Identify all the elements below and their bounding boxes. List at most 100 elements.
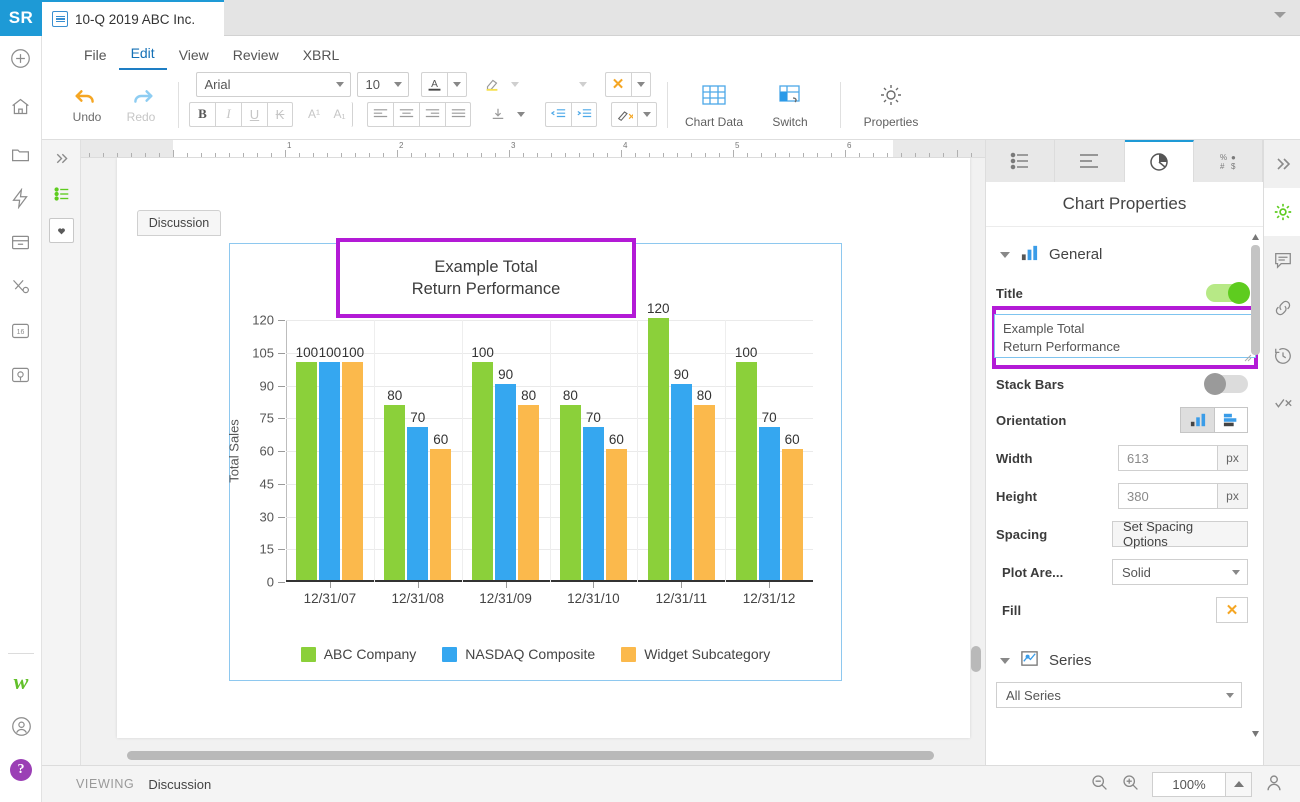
cell-style-icon[interactable] bbox=[537, 72, 573, 97]
undo-button[interactable]: Undo bbox=[60, 85, 114, 124]
chart-bar[interactable] bbox=[296, 362, 317, 580]
underline-button[interactable]: U bbox=[241, 102, 267, 127]
align-justify-icon[interactable] bbox=[445, 102, 471, 127]
increase-indent-icon[interactable] bbox=[571, 102, 597, 127]
align-bottom-icon[interactable] bbox=[485, 102, 511, 127]
zoom-value[interactable]: 100% bbox=[1152, 772, 1226, 797]
bookmark-button[interactable] bbox=[42, 212, 81, 248]
app-logo[interactable]: SR bbox=[0, 0, 42, 36]
font-size-select[interactable]: 10 bbox=[357, 72, 409, 97]
clear-format-control[interactable]: ✕ bbox=[605, 72, 651, 97]
lightning-icon[interactable] bbox=[0, 176, 42, 220]
superscript-button[interactable]: A¹ bbox=[301, 102, 327, 127]
discussion-section-tab[interactable]: Discussion bbox=[137, 210, 221, 236]
clear-checks-icon[interactable] bbox=[1264, 380, 1300, 428]
font-color-icon[interactable]: A bbox=[421, 72, 447, 97]
archive-icon[interactable] bbox=[0, 220, 42, 264]
zoom-stepper-up[interactable] bbox=[1226, 772, 1252, 797]
chart-settings-gear-icon[interactable] bbox=[1264, 188, 1300, 236]
panel-scrollbar[interactable] bbox=[1251, 233, 1260, 738]
tab-number-format[interactable]: %●#$ bbox=[1194, 140, 1263, 182]
link-icon[interactable] bbox=[1264, 284, 1300, 332]
chart-bar[interactable] bbox=[472, 362, 493, 580]
highlighter-icon[interactable] bbox=[479, 72, 505, 97]
format-painter-icon[interactable]: ✕ bbox=[611, 102, 637, 127]
chart-bar[interactable] bbox=[736, 362, 757, 580]
vertical-align-dropdown[interactable] bbox=[511, 102, 531, 127]
menu-review[interactable]: Review bbox=[221, 47, 291, 70]
chart-bar[interactable] bbox=[430, 449, 451, 580]
chart-data-button[interactable]: Chart Data bbox=[678, 81, 750, 129]
add-icon[interactable] bbox=[0, 36, 42, 80]
chart-bar[interactable] bbox=[694, 405, 715, 580]
scissors-icon[interactable] bbox=[0, 264, 42, 308]
set-spacing-options-button[interactable]: Set Spacing Options bbox=[1112, 521, 1248, 547]
switch-button[interactable]: Switch bbox=[754, 81, 826, 129]
comments-icon[interactable] bbox=[1264, 236, 1300, 284]
scrollbar-thumb[interactable] bbox=[127, 751, 934, 760]
collapse-panel-icon[interactable] bbox=[1264, 140, 1300, 188]
tab-chart-properties[interactable] bbox=[1125, 140, 1194, 182]
tab-paragraph-properties[interactable] bbox=[1055, 140, 1124, 182]
cell-style-control[interactable] bbox=[537, 72, 593, 97]
width-input[interactable]: 613 bbox=[1118, 445, 1218, 471]
fill-none-swatch[interactable]: ✕ bbox=[1216, 597, 1248, 623]
chart-bar[interactable] bbox=[671, 384, 692, 581]
help-icon[interactable]: ? bbox=[0, 748, 42, 792]
scroll-up-arrow-icon[interactable] bbox=[1251, 233, 1260, 242]
legend-item[interactable]: Widget Subcategory bbox=[621, 646, 770, 662]
menu-xbrl[interactable]: XBRL bbox=[291, 47, 352, 70]
chart-bar[interactable] bbox=[759, 427, 780, 580]
chart-bar[interactable] bbox=[384, 405, 405, 580]
orientation-vertical-button[interactable] bbox=[1180, 407, 1214, 433]
section-series[interactable]: Series bbox=[986, 629, 1264, 682]
scrollbar-thumb[interactable] bbox=[971, 646, 981, 672]
page-vertical-scrollbar[interactable] bbox=[971, 176, 981, 747]
chart-bar[interactable] bbox=[407, 427, 428, 580]
title-toggle[interactable] bbox=[1206, 284, 1248, 302]
chevron-down-icon[interactable] bbox=[1000, 658, 1010, 664]
height-input[interactable]: 380 bbox=[1118, 483, 1218, 509]
chart-bar[interactable] bbox=[342, 362, 363, 580]
zoom-out-icon[interactable] bbox=[1090, 773, 1109, 795]
font-color-dropdown[interactable] bbox=[447, 72, 467, 97]
home-icon[interactable] bbox=[0, 80, 42, 132]
menu-view[interactable]: View bbox=[167, 47, 221, 70]
font-family-select[interactable]: Arial bbox=[196, 72, 351, 97]
chart-bar[interactable] bbox=[560, 405, 581, 580]
chevron-down-icon[interactable] bbox=[1000, 252, 1010, 258]
decrease-indent-icon[interactable] bbox=[545, 102, 571, 127]
tab-list-properties[interactable] bbox=[986, 140, 1055, 182]
subscript-button[interactable]: A₁ bbox=[327, 102, 353, 127]
format-painter-control[interactable]: ✕ bbox=[611, 102, 657, 127]
scrollbar-thumb[interactable] bbox=[1251, 245, 1260, 355]
chart-bar[interactable] bbox=[648, 318, 669, 580]
bold-button[interactable]: B bbox=[189, 102, 215, 127]
user-account-icon[interactable] bbox=[0, 704, 42, 748]
chart-bar[interactable] bbox=[518, 405, 539, 580]
chart-bar[interactable] bbox=[782, 449, 803, 580]
history-icon[interactable] bbox=[1264, 332, 1300, 380]
align-left-icon[interactable] bbox=[367, 102, 393, 127]
vertical-align-control[interactable] bbox=[485, 102, 531, 127]
outline-button[interactable] bbox=[42, 176, 81, 212]
zoom-in-icon[interactable] bbox=[1121, 773, 1140, 795]
chart-bar[interactable] bbox=[606, 449, 627, 580]
legend-item[interactable]: NASDAQ Composite bbox=[442, 646, 595, 662]
workiva-w-icon[interactable]: w bbox=[0, 660, 42, 704]
italic-button[interactable]: I bbox=[215, 102, 241, 127]
properties-button[interactable]: Properties bbox=[855, 81, 927, 129]
chart-object[interactable]: Example Total Return Performance Total S… bbox=[229, 243, 842, 681]
font-color-control[interactable]: A bbox=[421, 72, 467, 97]
expand-panel-button[interactable] bbox=[42, 140, 81, 176]
chart-bar[interactable] bbox=[583, 427, 604, 580]
user-presence-icon[interactable] bbox=[1264, 773, 1284, 796]
highlight-color-dropdown[interactable] bbox=[505, 72, 525, 97]
section-general[interactable]: General bbox=[986, 227, 1264, 276]
align-center-icon[interactable] bbox=[393, 102, 419, 127]
cell-style-dropdown[interactable] bbox=[573, 72, 593, 97]
format-painter-dropdown[interactable] bbox=[637, 102, 657, 127]
menu-edit[interactable]: Edit bbox=[119, 45, 167, 70]
calendar-16-icon[interactable]: 16 bbox=[0, 308, 42, 352]
scroll-down-arrow-icon[interactable] bbox=[1251, 729, 1260, 738]
